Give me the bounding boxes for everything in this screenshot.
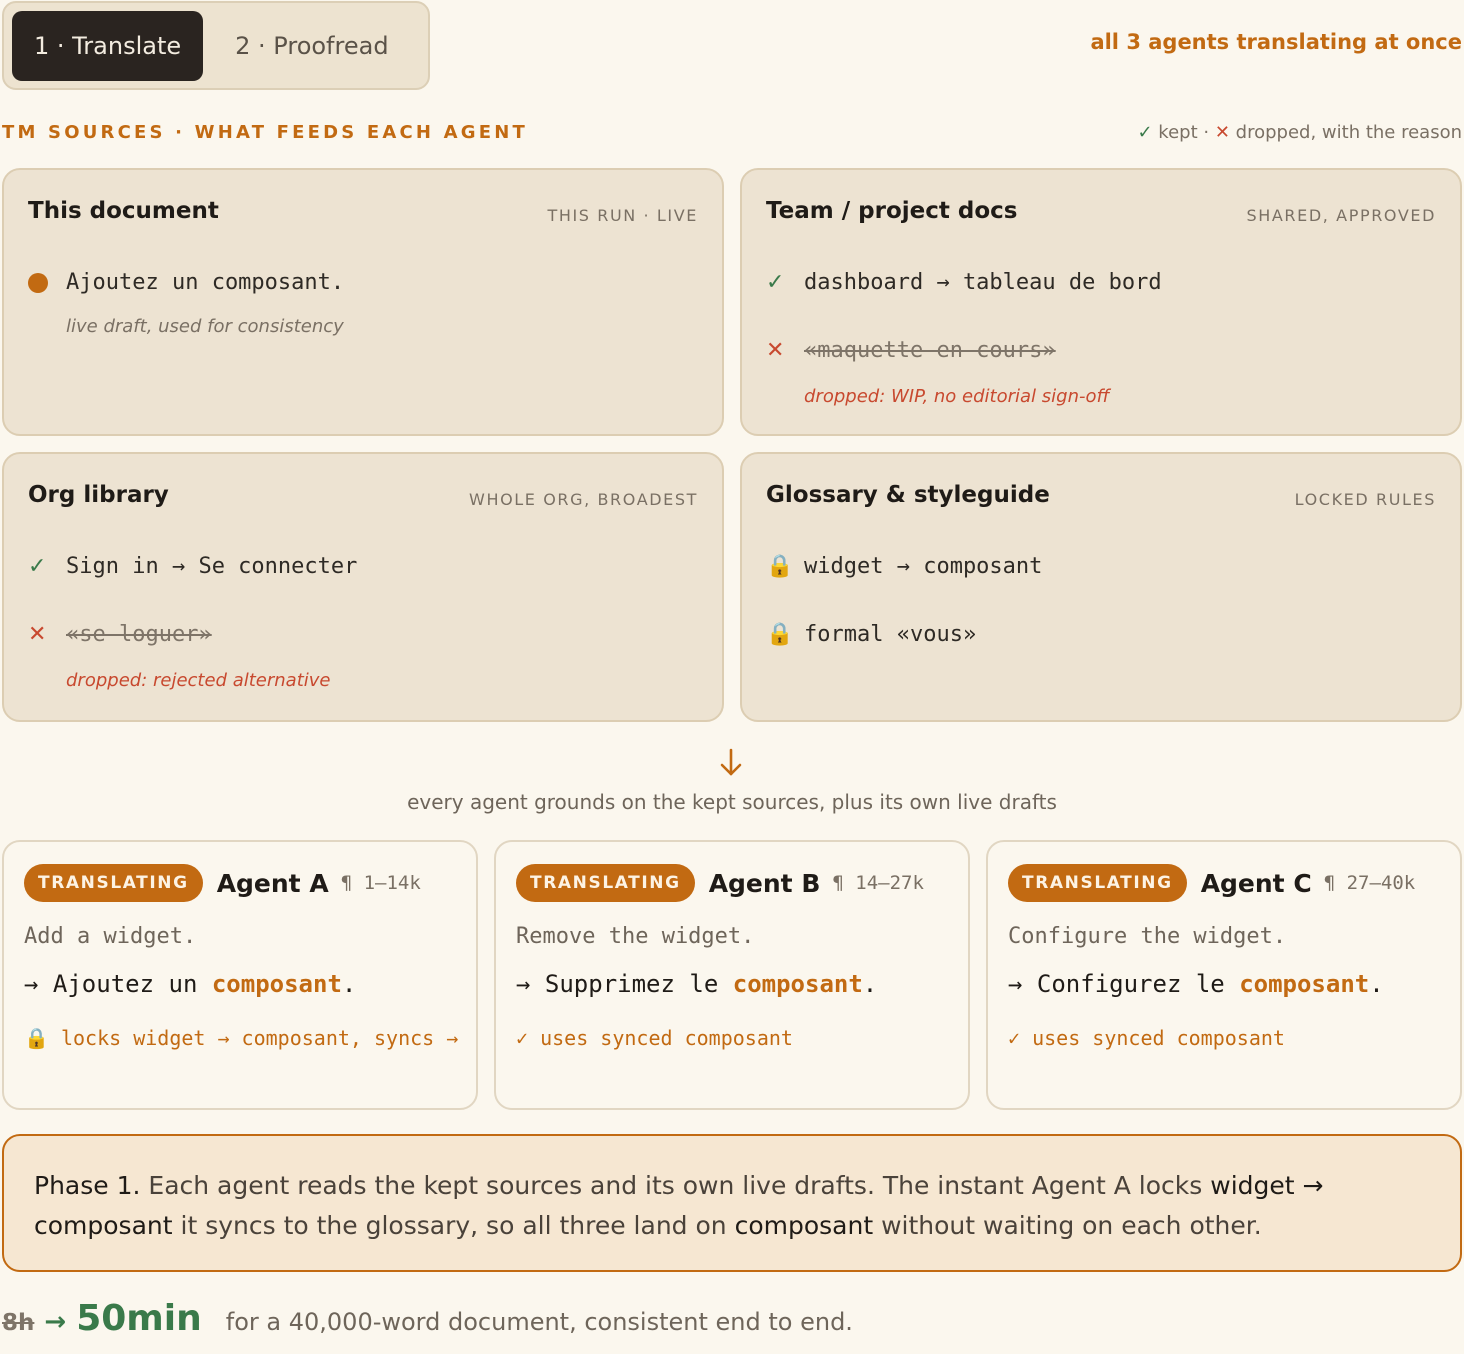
- source-sentence: Remove the widget.: [516, 924, 755, 949]
- agent-note: ✓ uses synced composant: [1008, 1026, 1285, 1050]
- agent-name: Agent B: [708, 868, 821, 898]
- status-badge: TRANSLATING: [1008, 864, 1187, 902]
- entry-text: Ajoutez un composant.: [66, 270, 345, 295]
- status-text: all 3 agents translating at once: [1090, 30, 1462, 54]
- card-title: Org library: [28, 482, 169, 508]
- cross-icon: ✕: [1214, 122, 1230, 143]
- status-badge: TRANSLATING: [24, 864, 203, 902]
- live-dot-icon: [28, 272, 48, 293]
- paragraph-range: ¶ 27–40k: [1323, 872, 1416, 894]
- check-icon: ✓: [1137, 122, 1153, 143]
- agent-note: ✓ uses synced composant: [516, 1026, 793, 1050]
- source-card-glossary: Glossary & styleguide LOCKED RULES 🔒 wid…: [740, 452, 1462, 722]
- agent-card-a: TRANSLATING Agent A ¶ 1–14k Add a widget…: [2, 840, 478, 1110]
- paragraph-range: ¶ 14–27k: [832, 872, 924, 894]
- dropped-entry: ✕ «se loguer»: [28, 622, 212, 647]
- new-time: 50min: [76, 1298, 202, 1339]
- source-card-org-library: Org library WHOLE ORG, BROADEST ✓ Sign i…: [2, 452, 724, 722]
- locked-rule: 🔒 formal «vous»: [766, 622, 976, 647]
- card-tag: LOCKED RULES: [1294, 490, 1436, 509]
- card-tag: WHOLE ORG, BROADEST: [469, 490, 698, 509]
- live-draft-entry: Ajoutez un composant.: [28, 270, 344, 295]
- glossary-term: composant: [732, 970, 863, 998]
- phase-tabs: 1 · Translate 2 · Proofread: [2, 1, 430, 90]
- target-sentence: → Ajoutez un composant.: [24, 970, 357, 998]
- legend-dropped-label: dropped, with the reason: [1235, 122, 1462, 143]
- agent-note: 🔒 locks widget → composant, syncs →: [24, 1026, 459, 1050]
- locked-rule: 🔒 widget → composant: [766, 554, 1042, 579]
- tab-proofread[interactable]: 2 · Proofread: [213, 11, 410, 81]
- flow-caption: every agent grounds on the kept sources,…: [407, 790, 1057, 814]
- entry-text: dashboard → tableau de bord: [804, 270, 1162, 295]
- phase-label: Phase 1.: [34, 1171, 141, 1200]
- lock-icon: 🔒: [766, 622, 794, 647]
- arrow-right-icon: →: [44, 1307, 67, 1337]
- time-description: for a 40,000-word document, consistent e…: [225, 1308, 853, 1336]
- entry-text: Sign in → Se connecter: [66, 554, 358, 579]
- highlight-term: composant: [734, 1211, 874, 1240]
- old-time: 8h: [2, 1310, 35, 1336]
- paragraph-range: ¶ 1–14k: [340, 872, 421, 894]
- drop-reason: dropped: WIP, no editorial sign-off: [804, 386, 1110, 407]
- source-sentence: Configure the widget.: [1008, 924, 1287, 949]
- source-card-team-docs: Team / project docs SHARED, APPROVED ✓ d…: [740, 168, 1462, 436]
- legend-kept-label: kept: [1158, 122, 1198, 143]
- source-sentence: Add a widget.: [24, 924, 197, 949]
- card-tag: THIS RUN · LIVE: [547, 206, 698, 225]
- source-card-this-document: This document THIS RUN · LIVE Ajoutez un…: [2, 168, 724, 436]
- drop-reason: dropped: rejected alternative: [66, 670, 331, 691]
- kept-entry: ✓ dashboard → tableau de bord: [766, 270, 1162, 295]
- entry-text: formal «vous»: [804, 622, 977, 647]
- entry-text: widget → composant: [804, 554, 1043, 579]
- agent-card-c: TRANSLATING Agent C ¶ 27–40k Configure t…: [986, 840, 1462, 1110]
- glossary-term: composant: [1239, 970, 1370, 998]
- kept-entry: ✓ Sign in → Se connecter: [28, 554, 357, 579]
- check-icon: ✓: [28, 554, 47, 579]
- glossary-term: composant: [211, 970, 342, 998]
- legend: ✓ kept · ✕ dropped, with the reason: [1137, 122, 1462, 143]
- time-savings: 8h → 50min for a 40,000-word document, c…: [2, 1298, 853, 1339]
- target-sentence: → Supprimez le composant.: [516, 970, 878, 998]
- entry-note: live draft, used for consistency: [66, 316, 344, 337]
- phase-explanation: Phase 1. Each agent reads the kept sourc…: [2, 1134, 1462, 1272]
- dropped-entry: ✕ «maquette en cours»: [766, 338, 1056, 363]
- tab-translate[interactable]: 1 · Translate: [12, 10, 204, 81]
- legend-separator: ·: [1203, 122, 1210, 143]
- cross-icon: ✕: [766, 338, 785, 363]
- card-title: This document: [28, 198, 219, 224]
- card-tag: SHARED, APPROVED: [1246, 206, 1436, 225]
- entry-text: «se loguer»: [66, 622, 212, 647]
- target-sentence: → Configurez le composant.: [1008, 970, 1384, 998]
- agent-name: Agent A: [216, 868, 329, 898]
- section-title: TM SOURCES · WHAT FEEDS EACH AGENT: [2, 122, 529, 143]
- entry-text: «maquette en cours»: [804, 338, 1056, 363]
- agent-card-b: TRANSLATING Agent B ¶ 14–27k Remove the …: [494, 840, 970, 1110]
- lock-icon: 🔒: [766, 554, 794, 579]
- arrow-down-icon: [720, 748, 742, 776]
- agent-name: Agent C: [1200, 868, 1312, 898]
- card-title: Glossary & styleguide: [766, 482, 1050, 508]
- status-badge: TRANSLATING: [516, 864, 695, 902]
- check-icon: ✓: [766, 270, 785, 295]
- card-title: Team / project docs: [766, 198, 1018, 224]
- cross-icon: ✕: [28, 622, 47, 647]
